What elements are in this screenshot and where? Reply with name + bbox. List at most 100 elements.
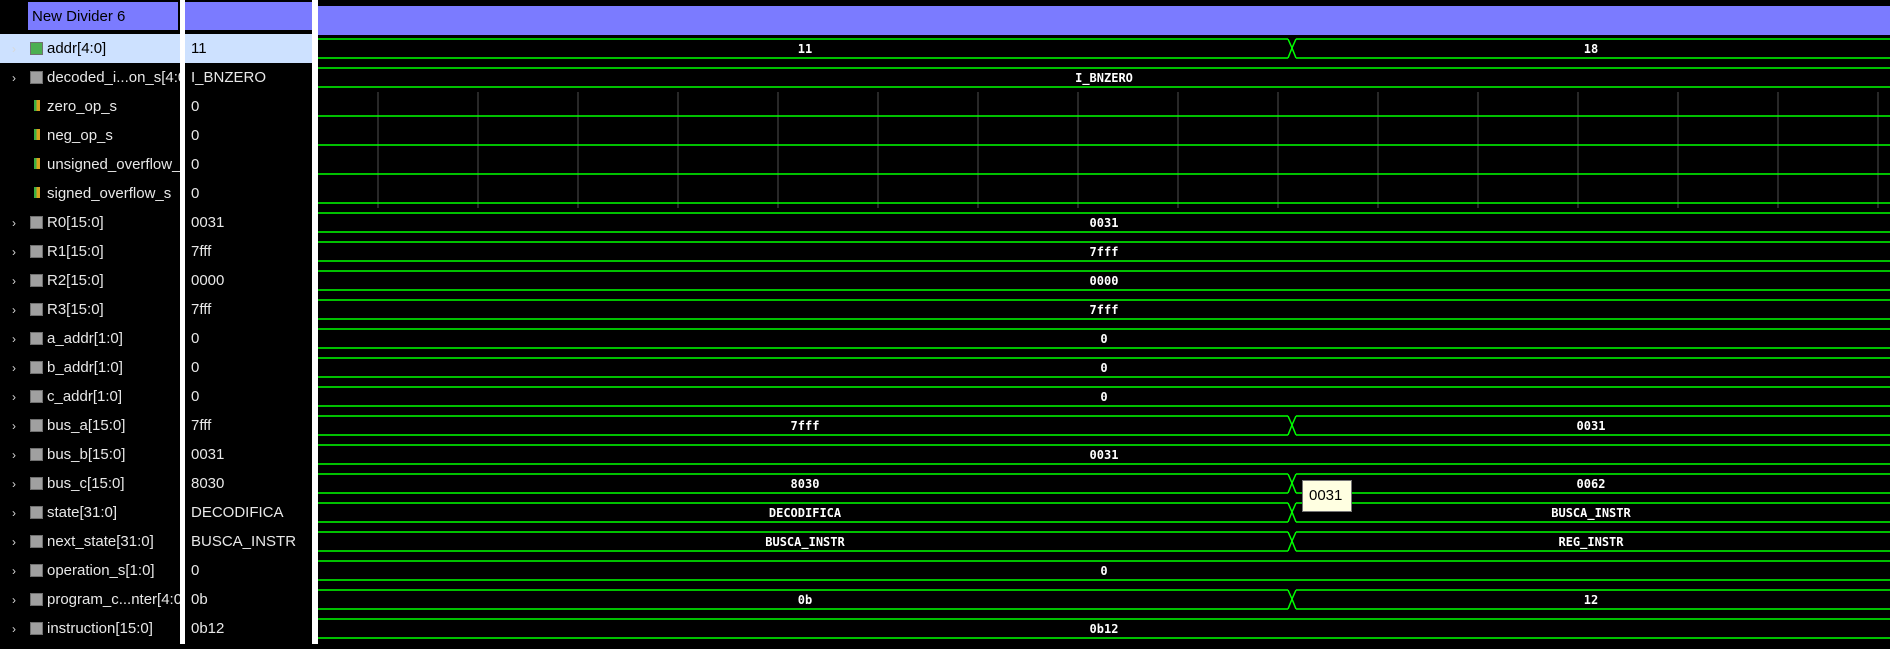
value-row[interactable]: 0 [185,121,312,150]
signal-row[interactable]: › instruction[15:0] [0,614,180,643]
bus-icon [30,622,43,635]
value-row[interactable]: 0 [185,150,312,179]
bit-icon [34,158,40,169]
signal-name: next_state[31:0] [47,533,154,550]
value-row[interactable]: 11 [185,34,312,63]
bit-icon [34,187,40,198]
bus-value-label: 12 [1584,593,1598,607]
value-row[interactable]: 0031 [185,440,312,469]
chevron-right-icon[interactable]: › [12,361,16,375]
bus-value-label: 0 [1100,564,1107,578]
chevron-right-icon[interactable]: › [12,390,16,404]
value-row[interactable]: 0 [185,556,312,585]
signal-name: R1[15:0] [47,243,104,260]
signal-value: 0000 [191,272,225,289]
signal-row[interactable]: unsigned_overflow_ [0,150,180,179]
divider-label-box[interactable]: New Divider 6 [28,2,178,30]
signal-row[interactable]: › R2[15:0] [0,266,180,295]
signal-row[interactable]: › program_c...nter[4:0] [0,585,186,614]
chevron-right-icon[interactable]: › [12,622,16,636]
value-row[interactable]: 0 [185,179,312,208]
value-row[interactable]: 7fff [185,411,312,440]
value-row[interactable]: I_BNZERO [185,63,312,92]
signal-row[interactable]: neg_op_s [0,121,180,150]
waveform-canvas[interactable]: 11 18 I_BNZERO 0031 7fff 0000 7fff 0 0 0 7fff 0031 0… [318,0,1890,644]
chevron-right-icon[interactable]: › [12,245,16,259]
signal-name: bus_c[15:0] [47,475,125,492]
chevron-right-icon[interactable]: › [12,303,16,317]
signal-row[interactable]: › bus_a[15:0] [0,411,180,440]
chevron-right-icon[interactable]: › [12,593,16,607]
chevron-right-icon[interactable]: › [12,332,16,346]
chevron-right-icon[interactable]: › [12,216,16,230]
signal-row[interactable]: › R3[15:0] [0,295,180,324]
value-row[interactable]: 7fff [185,237,312,266]
value-row[interactable]: 0000 [185,266,312,295]
chevron-right-icon[interactable]: › [12,448,16,462]
chevron-right-icon[interactable]: › [12,477,16,491]
signal-name: b_addr[1:0] [47,359,123,376]
value-row[interactable]: 8030 [185,469,312,498]
chevron-right-icon[interactable]: › [12,274,16,288]
bit-icon [34,100,40,111]
bus-value-label: 0 [1100,390,1107,404]
value-row[interactable]: DECODIFICA [185,498,312,527]
signal-name: R3[15:0] [47,301,104,318]
chevron-right-icon[interactable]: › [12,506,16,520]
signal-row[interactable]: › next_state[31:0] [0,527,180,556]
bus-value-label: 0 [1100,332,1107,346]
value-row[interactable]: 7fff [185,295,312,324]
value-row[interactable]: 0b12 [185,614,312,643]
waveform-panel[interactable]: 11 18 I_BNZERO 0031 7fff 0000 7fff 0 0 0 7fff 0031 0… [318,0,1890,644]
signal-row[interactable]: › state[31:0] [0,498,180,527]
chevron-right-icon[interactable]: › [12,419,16,433]
signal-row[interactable]: › decoded_i...on_s[4:0] [0,63,190,92]
value-row[interactable]: 0 [185,92,312,121]
chevron-right-icon[interactable]: › [12,42,16,56]
bus-icon [30,535,43,548]
value-row[interactable]: 0 [185,324,312,353]
signal-name: instruction[15:0] [47,620,153,637]
signal-value: I_BNZERO [191,69,267,86]
signal-row[interactable]: › bus_b[15:0] [0,440,180,469]
chevron-right-icon[interactable]: › [12,564,16,578]
divider-row[interactable]: New Divider 6 [0,0,180,30]
bus-value-label: 0031 [1577,419,1606,433]
signal-row[interactable]: › b_addr[1:0] [0,353,180,382]
signal-value: 0 [191,127,200,144]
chevron-right-icon[interactable]: › [12,535,16,549]
signal-value: 0b [191,591,208,608]
value-row[interactable]: 0 [185,353,312,382]
waveform-19: 0b 12 [318,589,1890,610]
signal-name: state[31:0] [47,504,118,521]
signal-row[interactable]: zero_op_s [0,92,180,121]
waveform-8: 0000 [318,270,1890,291]
waveform-9: 7fff [318,299,1890,320]
value-row[interactable]: 0031 [185,208,312,237]
signal-names-panel: New Divider 6 › addr[4:0] › decoded_i...on_s… [0,0,190,644]
signal-row[interactable]: › R0[15:0] [0,208,180,237]
signal-row[interactable]: › addr[4:0] [0,34,180,63]
value-row[interactable]: 0b [185,585,312,614]
bus-value-label: 0 [1100,361,1107,375]
value-row[interactable]: BUSCA_INSTR [185,527,312,556]
signal-value: 7fff [191,417,212,434]
signal-name: c_addr[1:0] [47,388,123,405]
bus-icon [30,361,43,374]
signal-row[interactable]: › bus_c[15:0] [0,469,180,498]
divider-band [318,6,1890,35]
bit-icon [34,129,40,140]
signal-row[interactable]: › operation_s[1:0] [0,556,180,585]
waveform-12: 0 [318,386,1890,407]
bus-value-label: 11 [798,42,812,56]
waveform-6: 0031 [318,212,1890,233]
signal-row[interactable]: › a_addr[1:0] [0,324,180,353]
value-row[interactable]: 0 [185,382,312,411]
bus-icon [30,390,43,403]
signal-value: BUSCA_INSTR [191,533,297,550]
signal-row[interactable]: signed_overflow_s [0,179,180,208]
signal-row[interactable]: › c_addr[1:0] [0,382,180,411]
signal-row[interactable]: › R1[15:0] [0,237,180,266]
waveform-13: 7fff 0031 [318,415,1890,436]
chevron-right-icon[interactable]: › [12,71,16,85]
